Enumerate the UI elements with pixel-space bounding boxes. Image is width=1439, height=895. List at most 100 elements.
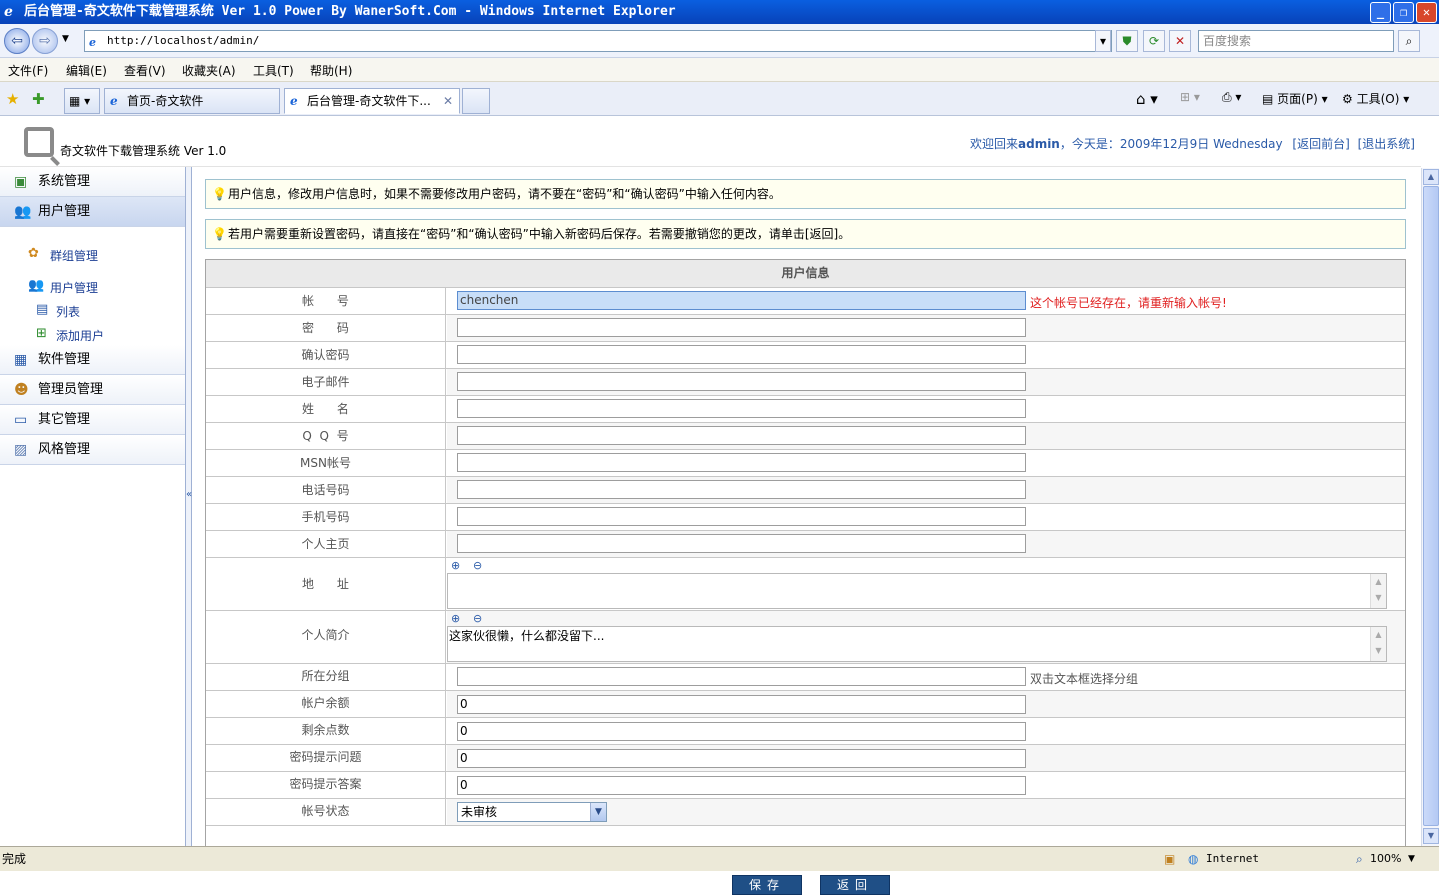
maximize-button[interactable]: ❐ xyxy=(1393,2,1414,23)
other-icon: ▭ xyxy=(14,412,28,428)
main-content: 💡 用户信息，修改用户信息时，如果不需要修改用户密码，请不要在“密码”和“确认密… xyxy=(192,167,1421,895)
menu-view[interactable]: 查看(V) xyxy=(124,62,166,79)
textarea-scrollbar[interactable]: ▲ ▼ xyxy=(1370,574,1386,608)
sidebar-sub-add-user[interactable]: ⊞ 添加用户 xyxy=(36,326,104,344)
qq-input[interactable] xyxy=(457,426,1026,445)
name-input[interactable] xyxy=(457,399,1026,418)
zoom-out-icon[interactable]: ⊖ xyxy=(473,559,482,572)
scroll-thumb[interactable] xyxy=(1423,186,1439,826)
lightbulb-icon: 💡 xyxy=(212,187,227,201)
menu-tools[interactable]: 工具(T) xyxy=(253,62,294,79)
quick-tabs-button[interactable]: ▦ ▾ xyxy=(64,88,100,114)
msn-input[interactable] xyxy=(457,453,1026,472)
tools-menu[interactable]: ⚙ 工具(O) ▾ xyxy=(1342,90,1409,107)
row-status: 帐号状态 未审核 ▼ xyxy=(206,798,1405,825)
print-icon[interactable]: ⎙ ▾ xyxy=(1222,90,1241,105)
homepage-input[interactable] xyxy=(457,534,1026,553)
menu-edit[interactable]: 编辑(E) xyxy=(66,62,107,79)
zoom-dropdown-icon[interactable]: ▼ xyxy=(1408,847,1415,871)
back-to-frontend-link[interactable]: [返回前台] xyxy=(1292,137,1349,151)
row-confirm: 确认密码 xyxy=(206,341,1405,368)
url-input[interactable]: e http://localhost/admin/ xyxy=(84,30,1112,52)
sidebar-sub-user-mgmt[interactable]: 👥 用户管理 xyxy=(28,278,98,296)
security-shield-icon[interactable]: ⛊ xyxy=(1116,30,1138,52)
tab-home[interactable]: e 首页-奇文软件 xyxy=(104,88,280,114)
home-icon[interactable]: ⌂ ▾ xyxy=(1136,90,1158,108)
row-msn: MSN帐号 xyxy=(206,449,1405,476)
lock-icon: ▣ xyxy=(1164,852,1176,866)
status-select[interactable]: 未审核 ▼ xyxy=(457,802,607,822)
group-hint: 双击文本框选择分组 xyxy=(1030,672,1139,686)
new-tab-button[interactable] xyxy=(462,88,490,114)
bio-textarea[interactable]: 这家伙很懒，什么都没留下... ▲ ▼ xyxy=(447,626,1387,662)
zoom-in-icon[interactable]: ⊕ xyxy=(451,612,460,625)
row-group: 所在分组 双击文本框选择分组 xyxy=(206,663,1405,690)
menu-favorites[interactable]: 收藏夹(A) xyxy=(182,62,236,79)
favorites-star-icon[interactable]: ★ xyxy=(6,90,19,108)
password-answer-input[interactable]: 0 xyxy=(457,776,1026,795)
zoom-out-icon[interactable]: ⊖ xyxy=(473,612,482,625)
tab-page-icon: e xyxy=(110,94,118,108)
page-scrollbar[interactable]: ▲ ▼ xyxy=(1421,168,1439,846)
account-input[interactable]: chenchen xyxy=(457,291,1026,310)
scroll-up-icon[interactable]: ▲ xyxy=(1423,169,1439,185)
phone-input[interactable] xyxy=(457,480,1026,499)
page-menu[interactable]: ▤ 页面(P) ▾ xyxy=(1262,90,1328,107)
current-user: admin xyxy=(1018,137,1060,151)
mobile-input[interactable] xyxy=(457,507,1026,526)
forward-button[interactable]: ⇨ xyxy=(32,28,58,54)
menu-file[interactable]: 文件(F) xyxy=(8,62,48,79)
menu-help[interactable]: 帮助(H) xyxy=(310,62,352,79)
ie-icon: e xyxy=(4,4,13,20)
sidebar-sub-list[interactable]: ▤ 列表 xyxy=(36,302,80,320)
stop-icon[interactable]: ✕ xyxy=(1169,30,1191,52)
back-button[interactable]: 返回 xyxy=(820,875,890,895)
sidebar-item-style[interactable]: ▨ 风格管理 xyxy=(0,435,185,465)
balance-input[interactable]: 0 xyxy=(457,695,1026,714)
search-input[interactable]: 百度搜索 xyxy=(1198,30,1394,52)
tab-admin[interactable]: e 后台管理-奇文软件下... ✕ xyxy=(284,88,460,114)
url-dropdown-icon[interactable]: ▾ xyxy=(1095,30,1111,52)
back-button[interactable]: ⇦ xyxy=(4,28,30,54)
add-favorite-icon[interactable]: ✚ xyxy=(32,90,45,108)
password-input[interactable] xyxy=(457,318,1026,337)
zoom-icon[interactable]: ⌕ xyxy=(1356,847,1363,871)
page-content: 奇文软件下载管理系统 Ver 1.0 欢迎回来admin，今天是：2009年12… xyxy=(0,117,1421,895)
row-homepage: 个人主页 xyxy=(206,530,1405,557)
row-password: 密 码 xyxy=(206,314,1405,341)
points-input[interactable]: 0 xyxy=(457,722,1026,741)
password-question-input[interactable]: 0 xyxy=(457,749,1026,768)
row-balance: 帐户余额 0 xyxy=(206,690,1405,717)
scroll-down-icon[interactable]: ▼ xyxy=(1423,828,1439,844)
close-window-button[interactable]: ✕ xyxy=(1416,2,1437,23)
address-textarea[interactable]: ▲ ▼ xyxy=(447,573,1387,609)
sidebar-item-system[interactable]: ▣ 系统管理 xyxy=(0,167,185,197)
sidebar-item-software[interactable]: ▦ 软件管理 xyxy=(0,345,185,375)
textarea-scrollbar[interactable]: ▲ ▼ xyxy=(1370,627,1386,661)
email-input[interactable] xyxy=(457,372,1026,391)
brand-title: 奇文软件下载管理系统 Ver 1.0 xyxy=(60,144,227,158)
row-qq: Q Q 号 xyxy=(206,422,1405,449)
lightbulb-icon: 💡 xyxy=(212,227,227,241)
search-icon[interactable]: ⌕ xyxy=(1398,30,1420,52)
admin-icon: ☻ xyxy=(14,382,29,398)
sidebar-item-users[interactable]: 👥 用户管理 xyxy=(0,197,185,227)
status-bar: 完成 ▣ ◍ Internet ⌕ 100% ▼ xyxy=(0,846,1439,871)
row-bio: 个人简介 ⊕ ⊖ 这家伙很懒，什么都没留下... ▲ ▼ xyxy=(206,610,1405,663)
refresh-icon[interactable]: ⟳ xyxy=(1143,30,1165,52)
history-dropdown-icon[interactable]: ▼ xyxy=(62,34,69,44)
close-tab-icon[interactable]: ✕ xyxy=(443,89,453,113)
style-icon: ▨ xyxy=(14,442,28,458)
feeds-icon[interactable]: ⊞ ▾ xyxy=(1180,90,1200,104)
zoom-in-icon[interactable]: ⊕ xyxy=(451,559,460,572)
minimize-button[interactable]: _ xyxy=(1370,2,1391,23)
sidebar-sub-group[interactable]: ✿ 群组管理 xyxy=(28,246,98,264)
sidebar-item-admins[interactable]: ☻ 管理员管理 xyxy=(0,375,185,405)
confirm-password-input[interactable] xyxy=(457,345,1026,364)
logout-link[interactable]: [退出系统] xyxy=(1358,137,1415,151)
row-mobile: 手机号码 xyxy=(206,503,1405,530)
group-input[interactable] xyxy=(457,667,1026,686)
zoom-level[interactable]: 100% xyxy=(1370,847,1401,871)
sidebar-item-other[interactable]: ▭ 其它管理 xyxy=(0,405,185,435)
save-button[interactable]: 保存 xyxy=(732,875,802,895)
